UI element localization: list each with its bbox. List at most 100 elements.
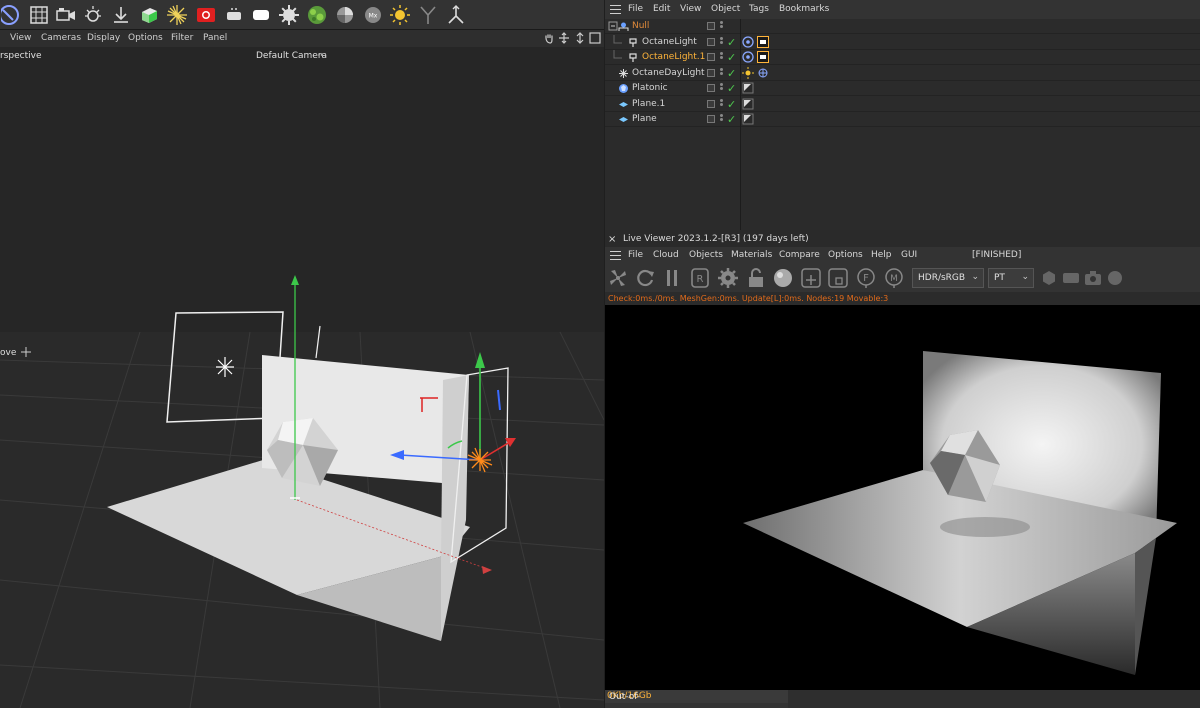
snapshot-camera-icon[interactable] bbox=[1082, 267, 1104, 289]
move-view-icon[interactable] bbox=[558, 32, 570, 44]
kernel-select[interactable]: PT ⌄ bbox=[988, 268, 1034, 288]
object-name[interactable]: Null bbox=[632, 21, 649, 31]
lv-menu-cloud[interactable]: Cloud bbox=[653, 250, 679, 260]
object-name[interactable]: OctaneLight bbox=[642, 37, 697, 47]
mix-icon[interactable]: Mx bbox=[361, 3, 385, 27]
lv-menu-gui[interactable]: GUI bbox=[901, 250, 917, 260]
enable-check-icon[interactable]: ✓ bbox=[727, 51, 736, 64]
om-menu-object[interactable]: Object bbox=[711, 4, 740, 14]
om-menu-file[interactable]: File bbox=[628, 4, 643, 14]
phong-tag-icon[interactable] bbox=[742, 113, 754, 125]
focus-pick-icon[interactable]: F bbox=[855, 267, 877, 289]
film-icon[interactable] bbox=[1060, 267, 1082, 289]
visibility-dots-icon[interactable] bbox=[720, 52, 723, 63]
object-name[interactable]: Plane.1 bbox=[632, 99, 665, 109]
lv-menu-objects[interactable]: Objects bbox=[689, 250, 723, 260]
om-menu-tags[interactable]: Tags bbox=[749, 4, 769, 14]
layer-flag-icon[interactable] bbox=[707, 68, 715, 77]
object-name[interactable]: Platonic bbox=[632, 83, 668, 93]
object-row[interactable]: OctaneLight ✓ bbox=[605, 34, 1200, 50]
render-region-icon[interactable]: R bbox=[689, 267, 711, 289]
add-region-icon[interactable] bbox=[800, 267, 822, 289]
light-tag-icon[interactable] bbox=[742, 35, 754, 48]
enable-check-icon[interactable]: ✓ bbox=[727, 113, 736, 126]
color-space-select[interactable]: HDR/sRGB ⌄ bbox=[912, 268, 984, 288]
clay-mode-icon[interactable] bbox=[827, 267, 849, 289]
lock-icon[interactable] bbox=[745, 267, 767, 289]
render-view[interactable] bbox=[605, 305, 1200, 690]
menu-panel[interactable]: Panel bbox=[203, 33, 227, 43]
menu-display[interactable]: Display bbox=[87, 33, 120, 43]
save-icon[interactable] bbox=[109, 3, 133, 27]
enable-check-icon[interactable]: ✓ bbox=[727, 98, 736, 111]
layer-flag-icon[interactable] bbox=[707, 37, 715, 46]
object-name[interactable]: Plane bbox=[632, 114, 657, 124]
maximize-view-icon[interactable] bbox=[589, 32, 601, 44]
menu-cameras[interactable]: Cameras bbox=[41, 33, 81, 43]
object-row[interactable]: Null bbox=[605, 19, 1200, 34]
lv-menu-compare[interactable]: Compare bbox=[779, 250, 820, 260]
layer-flag-icon[interactable] bbox=[707, 84, 715, 92]
visibility-dots-icon[interactable] bbox=[720, 114, 723, 125]
hamburger-menu-icon[interactable] bbox=[610, 5, 621, 14]
camera-link-icon[interactable]: ·• bbox=[317, 51, 324, 60]
vine-icon[interactable] bbox=[305, 3, 329, 27]
om-menu-edit[interactable]: Edit bbox=[653, 4, 670, 14]
sphere-icon[interactable] bbox=[333, 3, 357, 27]
lv-menu-options[interactable]: Options bbox=[828, 250, 863, 260]
pan-icon[interactable] bbox=[543, 32, 555, 44]
visibility-dots-icon[interactable] bbox=[720, 83, 723, 94]
sun-burst-icon[interactable] bbox=[165, 3, 189, 27]
visibility-dots-icon[interactable] bbox=[720, 36, 723, 48]
cube-icon[interactable] bbox=[0, 3, 24, 27]
area-light-icon[interactable] bbox=[249, 3, 273, 27]
object-row[interactable]: OctaneLight.1 ✓ bbox=[605, 50, 1200, 65]
material-tag-icon[interactable] bbox=[757, 35, 769, 48]
object-row[interactable]: Platonic ✓ bbox=[605, 81, 1200, 96]
sun-icon[interactable] bbox=[388, 3, 412, 27]
lv-menu-materials[interactable]: Materials bbox=[731, 250, 772, 260]
send-scene-icon[interactable] bbox=[607, 267, 629, 289]
layer-flag-icon[interactable] bbox=[707, 115, 715, 123]
material-pick-icon[interactable]: M bbox=[883, 267, 905, 289]
menu-filter[interactable]: Filter bbox=[171, 33, 193, 43]
lv-hamburger-icon[interactable] bbox=[610, 251, 621, 260]
object-row[interactable]: Plane.1 ✓ bbox=[605, 97, 1200, 112]
phong-tag-icon[interactable] bbox=[742, 82, 754, 94]
restart-icon[interactable] bbox=[634, 267, 656, 289]
3d-viewport[interactable]: ove bbox=[0, 65, 604, 708]
material-icon[interactable] bbox=[137, 3, 161, 27]
material-tag-icon[interactable] bbox=[757, 51, 769, 63]
close-icon[interactable]: × bbox=[608, 234, 616, 245]
joint-icon[interactable] bbox=[444, 3, 468, 27]
om-menu-view[interactable]: View bbox=[680, 4, 701, 14]
settings-gear-icon[interactable] bbox=[717, 267, 739, 289]
phong-tag-icon[interactable] bbox=[742, 98, 754, 110]
camera-icon[interactable] bbox=[54, 3, 78, 27]
layer-flag-icon[interactable] bbox=[707, 22, 715, 30]
material-ball-icon[interactable] bbox=[772, 267, 794, 289]
pause-icon[interactable] bbox=[661, 267, 683, 289]
object-name[interactable]: OctaneDayLight bbox=[632, 68, 705, 78]
enable-check-icon[interactable]: ✓ bbox=[727, 82, 736, 95]
enable-check-icon[interactable]: ✓ bbox=[727, 67, 736, 80]
om-menu-bookmarks[interactable]: Bookmarks bbox=[779, 4, 829, 14]
light-tag-icon[interactable] bbox=[742, 51, 754, 63]
layer-flag-icon[interactable] bbox=[707, 99, 715, 108]
light-bulb-icon[interactable] bbox=[222, 3, 246, 27]
gear-icon[interactable] bbox=[277, 3, 301, 27]
object-row[interactable]: Plane ✓ bbox=[605, 112, 1200, 127]
enable-check-icon[interactable]: ✓ bbox=[727, 36, 736, 49]
record-icon[interactable] bbox=[194, 3, 218, 27]
menu-view[interactable]: View bbox=[10, 33, 31, 43]
object-name[interactable]: OctaneLight.1 bbox=[642, 52, 705, 62]
lv-menu-help[interactable]: Help bbox=[871, 250, 892, 260]
layer-flag-icon[interactable] bbox=[707, 53, 715, 61]
sun-tag-icon[interactable] bbox=[742, 66, 754, 79]
visibility-dots-icon[interactable] bbox=[720, 98, 723, 110]
grid-icon[interactable] bbox=[27, 3, 51, 27]
visibility-dots-icon[interactable] bbox=[720, 21, 723, 32]
target-tag-icon[interactable] bbox=[757, 67, 769, 79]
object-row[interactable]: OctaneDayLight ✓ bbox=[605, 66, 1200, 81]
zoom-view-icon[interactable] bbox=[574, 32, 586, 44]
